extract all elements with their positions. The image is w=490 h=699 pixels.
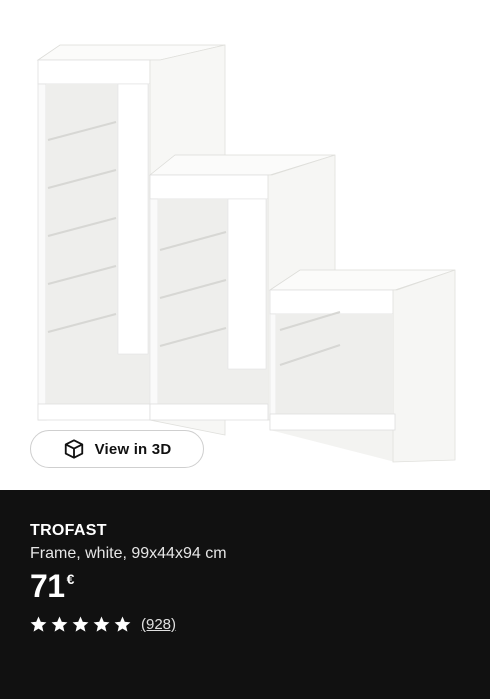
star-icon <box>114 616 131 632</box>
view-in-3d-button[interactable]: View in 3D <box>30 430 204 468</box>
view-in-3d-label: View in 3D <box>94 440 172 458</box>
price-currency: € <box>66 571 75 587</box>
review-count-link[interactable]: (928) <box>141 616 176 633</box>
star-icon <box>51 616 68 632</box>
product-rating[interactable]: (928) <box>30 616 176 633</box>
cube-icon <box>64 439 83 459</box>
star-icon <box>72 616 89 632</box>
product-image[interactable] <box>0 0 490 490</box>
star-icon <box>30 616 47 632</box>
product-info-panel: TROFAST Frame, white, 99x44x94 cm 71 € (… <box>0 490 490 699</box>
product-price: 71 € <box>30 570 74 602</box>
product-description: Frame, white, 99x44x94 cm <box>30 545 227 562</box>
rating-stars <box>30 616 131 633</box>
product-name[interactable]: TROFAST <box>30 522 107 540</box>
product-image-area: View in 3D <box>0 0 490 490</box>
price-amount: 71 <box>30 568 65 604</box>
star-icon <box>93 616 110 632</box>
